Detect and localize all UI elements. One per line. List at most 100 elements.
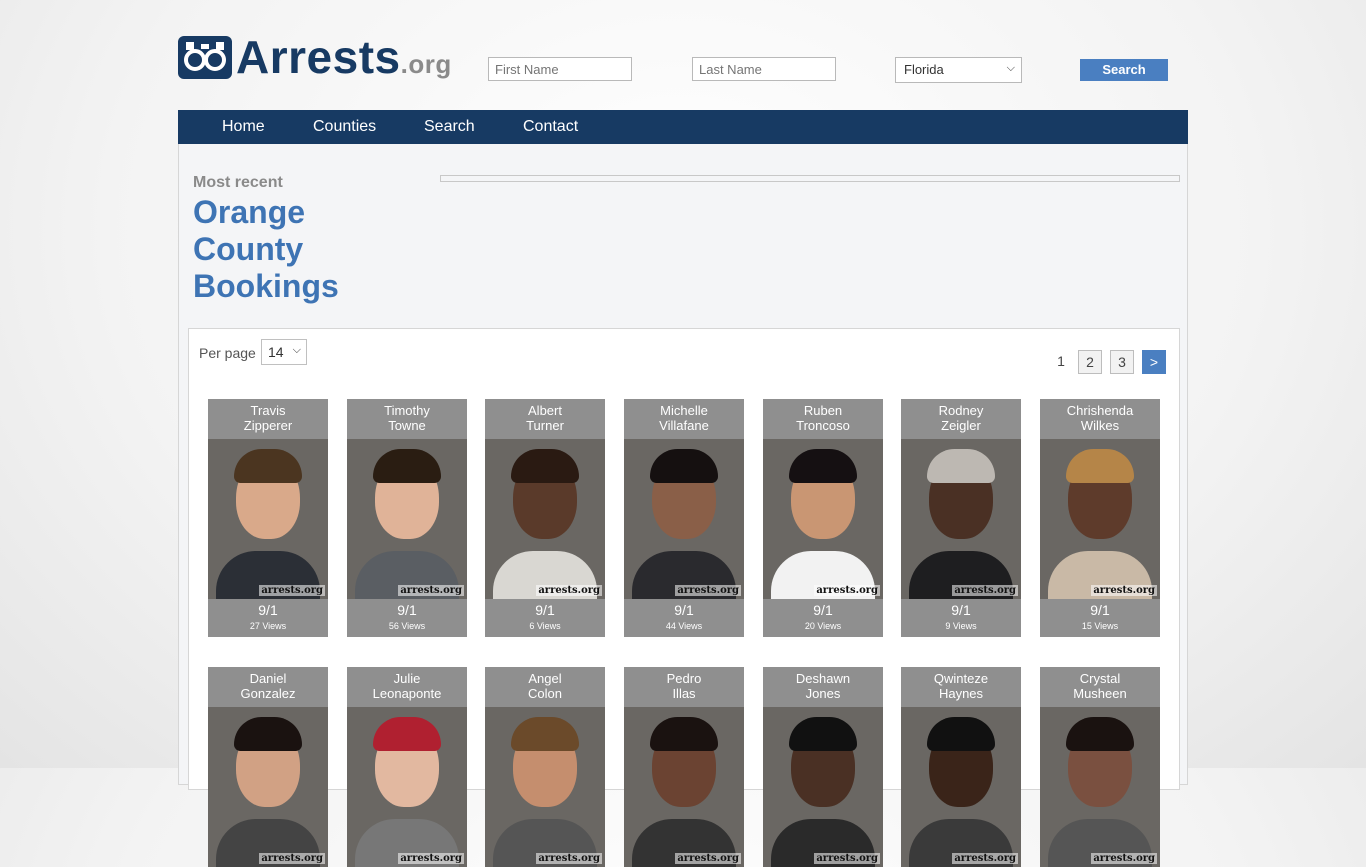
mugshot-hair	[234, 717, 302, 751]
mugshot-photo[interactable]: arrests.org	[901, 439, 1021, 599]
mugshot-photo[interactable]: arrests.org	[763, 707, 883, 867]
page-current: 1	[1057, 353, 1065, 369]
booking-name[interactable]: Qwinteze Haynes	[901, 667, 1021, 707]
booking-date: 9/1	[951, 602, 971, 618]
booking-meta: 9/1 15 Views	[1040, 599, 1160, 637]
booking-card[interactable]: Deshawn Jones arrests.org	[763, 667, 883, 867]
booking-last-name: Zipperer	[243, 418, 293, 433]
mugshot-hair	[789, 449, 857, 483]
mugshot-hair	[789, 717, 857, 751]
search-button[interactable]: Search	[1080, 59, 1168, 81]
watermark: arrests.org	[952, 853, 1018, 864]
booking-card[interactable]: Pedro Illas arrests.org	[624, 667, 744, 867]
nav-search[interactable]: Search	[424, 118, 475, 136]
booking-name[interactable]: Travis Zipperer	[208, 399, 328, 439]
booking-views: 27 Views	[249, 621, 287, 631]
booking-views: 44 Views	[665, 621, 703, 631]
mugshot-hair	[650, 717, 718, 751]
mugshot-photo[interactable]: arrests.org	[347, 439, 467, 599]
booking-card[interactable]: Rodney Zeigler arrests.org 9/1 9 Views	[901, 399, 1021, 637]
mugshot-photo[interactable]: arrests.org	[624, 439, 744, 599]
booking-first-name: Pedro	[666, 671, 702, 686]
per-page-label: Per page	[199, 345, 256, 361]
per-page-select[interactable]: 14 ⌵	[261, 339, 307, 365]
booking-name[interactable]: Deshawn Jones	[763, 667, 883, 707]
booking-name[interactable]: Rodney Zeigler	[901, 399, 1021, 439]
booking-card[interactable]: Crystal Musheen arrests.org	[1040, 667, 1160, 867]
nav-counties[interactable]: Counties	[313, 118, 376, 136]
nav-home[interactable]: Home	[222, 118, 265, 136]
mugshot-photo[interactable]: arrests.org	[901, 707, 1021, 867]
booking-card[interactable]: Julie Leonaponte arrests.org	[347, 667, 467, 867]
next-page-button[interactable]: >	[1142, 350, 1166, 374]
mugshot-photo[interactable]: arrests.org	[208, 439, 328, 599]
booking-name[interactable]: Chrishenda Wilkes	[1040, 399, 1160, 439]
mugshot-photo[interactable]: arrests.org	[208, 707, 328, 867]
page-link[interactable]: 3	[1110, 350, 1134, 374]
booking-date: 9/1	[258, 602, 278, 618]
per-page-value: 14	[268, 344, 284, 360]
booking-name[interactable]: Angel Colon	[485, 667, 605, 707]
booking-card[interactable]: Chrishenda Wilkes arrests.org 9/1 15 Views	[1040, 399, 1160, 637]
logo-wordmark: Arrests.org	[236, 30, 452, 84]
booking-card[interactable]: Daniel Gonzalez arrests.org	[208, 667, 328, 867]
watermark: arrests.org	[814, 853, 880, 864]
booking-first-name: Timothy	[384, 403, 430, 418]
booking-name[interactable]: Albert Turner	[485, 399, 605, 439]
booking-date: 9/1	[397, 602, 417, 618]
booking-first-name: Deshawn	[795, 671, 851, 686]
booking-card[interactable]: Qwinteze Haynes arrests.org	[901, 667, 1021, 867]
booking-first-name: Rodney	[938, 403, 984, 418]
handcuff-logo-icon	[178, 36, 232, 79]
mugshot-photo[interactable]: arrests.org	[485, 439, 605, 599]
booking-card[interactable]: Timothy Towne arrests.org 9/1 56 Views	[347, 399, 467, 637]
watermark: arrests.org	[398, 853, 464, 864]
booking-first-name: Julie	[393, 671, 421, 686]
booking-card[interactable]: Ruben Troncoso arrests.org 9/1 20 Views	[763, 399, 883, 637]
mugshot-photo[interactable]: arrests.org	[485, 707, 605, 867]
mugshot-photo[interactable]: arrests.org	[763, 439, 883, 599]
booking-card[interactable]: Travis Zipperer arrests.org 9/1 27 Views	[208, 399, 328, 637]
site-logo[interactable]: Arrests.org	[178, 31, 478, 84]
booking-first-name: Travis	[250, 403, 286, 418]
page-link[interactable]: 2	[1078, 350, 1102, 374]
content-panel: Most recent Orange County Bookings Per p…	[178, 144, 1188, 867]
booking-meta: 9/1 20 Views	[763, 599, 883, 637]
page-title: Orange County Bookings	[193, 194, 393, 305]
booking-card[interactable]: Albert Turner arrests.org 9/1 6 Views	[485, 399, 605, 637]
state-select[interactable]: Florida ⌵	[895, 57, 1022, 83]
mugshot-photo[interactable]: arrests.org	[1040, 439, 1160, 599]
booking-card[interactable]: Michelle Villafane arrests.org 9/1 44 Views	[624, 399, 744, 637]
booking-name[interactable]: Timothy Towne	[347, 399, 467, 439]
booking-last-name: Illas	[672, 686, 696, 701]
booking-first-name: Chrishenda	[1066, 403, 1134, 418]
mugshot-hair	[650, 449, 718, 483]
booking-views: 20 Views	[804, 621, 842, 631]
logo-brand: Arrests	[236, 31, 401, 83]
booking-first-name: Michelle	[660, 403, 708, 418]
mugshot-photo[interactable]: arrests.org	[347, 707, 467, 867]
booking-name[interactable]: Crystal Musheen	[1040, 667, 1160, 707]
title-line: Bookings	[193, 268, 339, 304]
mugshot-hair	[511, 449, 579, 483]
booking-name[interactable]: Michelle Villafane	[624, 399, 744, 439]
mugshot-photo[interactable]: arrests.org	[1040, 707, 1160, 867]
last-name-input[interactable]	[692, 57, 836, 81]
booking-last-name: Leonaponte	[372, 686, 442, 701]
booking-name[interactable]: Ruben Troncoso	[763, 399, 883, 439]
watermark: arrests.org	[259, 585, 325, 596]
nav-contact[interactable]: Contact	[523, 118, 578, 136]
watermark: arrests.org	[952, 585, 1018, 596]
booking-date: 9/1	[813, 602, 833, 618]
booking-name[interactable]: Julie Leonaponte	[347, 667, 467, 707]
mugshot-photo[interactable]: arrests.org	[624, 707, 744, 867]
booking-last-name: Villafane	[659, 418, 709, 433]
booking-last-name: Jones	[805, 686, 841, 701]
most-recent-label: Most recent	[193, 174, 283, 191]
first-name-input[interactable]	[488, 57, 632, 81]
booking-name[interactable]: Daniel Gonzalez	[208, 667, 328, 707]
booking-card[interactable]: Angel Colon arrests.org	[485, 667, 605, 867]
booking-first-name: Qwinteze	[933, 671, 989, 686]
booking-views: 9 Views	[945, 621, 977, 631]
booking-name[interactable]: Pedro Illas	[624, 667, 744, 707]
